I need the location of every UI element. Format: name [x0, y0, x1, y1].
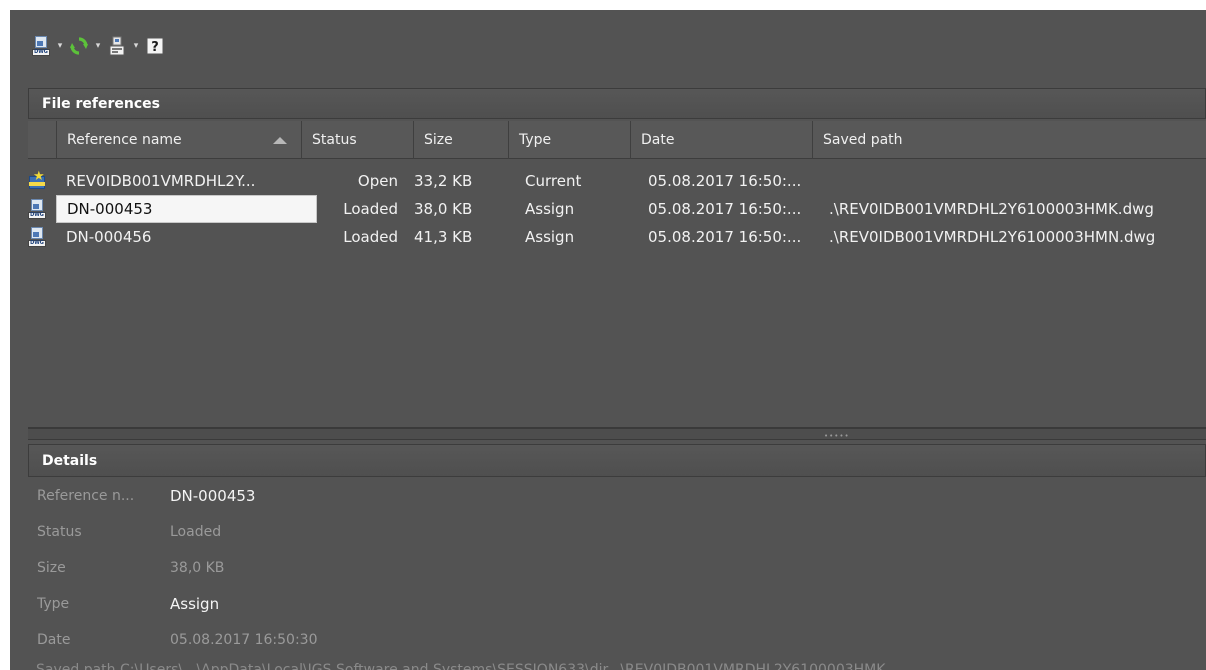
details-row: Date 05.08.2017 16:50:30 — [28, 622, 1206, 658]
current-drawing-icon: ★ — [26, 170, 48, 192]
type-cell: Current — [525, 172, 582, 190]
details-label: Type — [37, 596, 157, 612]
column-header-icon — [28, 121, 57, 159]
panel-splitter[interactable]: ••••• — [28, 427, 1206, 440]
help-icon: ? — [144, 35, 166, 57]
details-value: Loaded — [170, 524, 222, 540]
details-label: Size — [37, 560, 157, 576]
toolbar: DWG ▾ ▾ ▾ ? — [30, 33, 166, 59]
details-label: Status — [37, 524, 157, 540]
details-row-partial: Saved path C:\Users\...\AppData\Local\IG… — [28, 656, 1206, 670]
details-row: Type Assign — [28, 586, 1206, 622]
size-cell: 41,3 KB — [414, 228, 473, 246]
type-cell: Assign — [525, 228, 575, 246]
attach-dwg-icon: DWG — [30, 35, 52, 57]
details-value: 38,0 KB — [170, 560, 225, 576]
details-value: 05.08.2017 16:50:30 — [170, 632, 318, 648]
svg-text:?: ? — [151, 40, 159, 55]
file-references-header: File references — [28, 88, 1206, 119]
file-references-title: File references — [42, 95, 161, 112]
details-title: Details — [42, 452, 98, 469]
change-path-dropdown-icon[interactable]: ▾ — [128, 36, 144, 56]
date-cell: 05.08.2017 16:50:... — [648, 200, 802, 218]
saved-path-cell: .\REV0IDB001VMRDHL2Y6100003HMK.dwg — [829, 200, 1154, 218]
details-row: Reference n... DN-000453 — [28, 478, 1206, 514]
details-value[interactable]: Assign — [170, 595, 219, 613]
change-path-button[interactable]: ▾ — [106, 35, 144, 57]
column-header-type[interactable]: Type — [509, 121, 631, 159]
change-path-icon — [106, 35, 128, 57]
table-row[interactable]: DWG DN-000456 Loaded 41,3 KB Assign 05.0… — [28, 223, 1206, 251]
column-header-row: Reference name Status Size Type Date Sav… — [28, 121, 1206, 159]
date-cell: 05.08.2017 16:50:... — [648, 172, 802, 190]
refresh-dropdown-icon[interactable]: ▾ — [90, 36, 106, 56]
attach-button[interactable]: DWG ▾ — [30, 35, 68, 57]
refresh-button[interactable]: ▾ — [68, 35, 106, 57]
column-header-reference-name[interactable]: Reference name — [57, 121, 302, 159]
column-header-saved-path[interactable]: Saved path — [813, 121, 1206, 159]
refresh-icon — [68, 35, 90, 57]
status-cell: Loaded — [343, 200, 398, 218]
dwg-file-icon: DWG — [26, 226, 48, 248]
details-header: Details — [28, 444, 1206, 477]
reference-name-cell[interactable]: DN-000453 — [56, 195, 317, 223]
attach-dropdown-icon[interactable]: ▾ — [52, 36, 68, 56]
details-partial-text: Saved path C:\Users\...\AppData\Local\IG… — [36, 662, 886, 670]
table-row[interactable]: ★ REV0IDB001VMRDHL2Y... Open 33,2 KB Cur… — [28, 167, 1206, 195]
size-cell: 33,2 KB — [414, 172, 473, 190]
column-header-date[interactable]: Date — [631, 121, 813, 159]
help-button[interactable]: ? — [144, 35, 166, 57]
date-cell: 05.08.2017 16:50:... — [648, 228, 802, 246]
column-header-size[interactable]: Size — [414, 121, 509, 159]
details-label: Date — [37, 632, 157, 648]
window-left-edge — [0, 0, 10, 670]
splitter-grip-icon[interactable]: ••••• — [824, 432, 850, 440]
status-cell: Loaded — [343, 228, 398, 246]
details-row: Size 38,0 KB — [28, 550, 1206, 586]
size-cell: 38,0 KB — [414, 200, 473, 218]
reference-name-cell: DN-000456 — [66, 228, 152, 246]
details-row: Status Loaded — [28, 514, 1206, 550]
table-row-selected[interactable]: DWG DN-000453 Loaded 38,0 KB Assign 05.0… — [28, 195, 1206, 223]
column-header-status[interactable]: Status — [302, 121, 414, 159]
reference-name-cell: REV0IDB001VMRDHL2Y... — [66, 172, 256, 190]
details-value[interactable]: DN-000453 — [170, 487, 255, 505]
details-list: Reference n... DN-000453 Status Loaded S… — [28, 478, 1206, 658]
sort-ascending-icon — [273, 137, 287, 144]
dwg-file-icon: DWG — [26, 198, 48, 220]
status-cell: Open — [357, 172, 398, 190]
saved-path-cell: .\REV0IDB001VMRDHL2Y6100003HMN.dwg — [829, 228, 1156, 246]
details-label: Reference n... — [37, 488, 157, 504]
window-top-edge — [0, 0, 1206, 10]
type-cell: Assign — [525, 200, 575, 218]
file-references-list: ★ REV0IDB001VMRDHL2Y... Open 33,2 KB Cur… — [28, 167, 1206, 251]
